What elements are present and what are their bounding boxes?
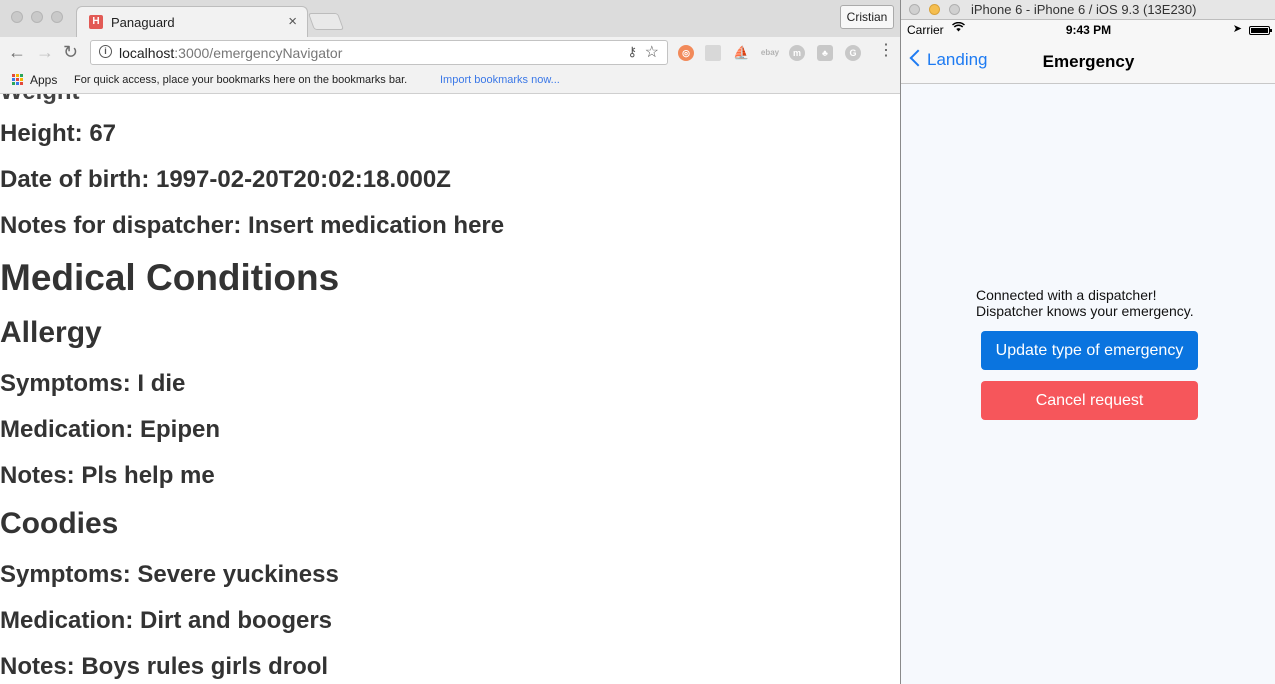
extension-leaf-icon[interactable]: ♣ (817, 45, 833, 61)
condition-symptoms: Symptoms: I die (0, 370, 186, 397)
extension-boat-icon[interactable]: ⛵ (733, 45, 749, 61)
condition-medication: Medication: Dirt and boogers (0, 607, 333, 634)
update-emergency-type-button[interactable]: Update type of emergency (981, 331, 1198, 370)
ios-simulator-window: iPhone 6 - iPhone 6 / iOS 9.3 (13E230) C… (900, 0, 1275, 684)
ios-navigation-bar: Landing Emergency (901, 40, 1275, 84)
cancel-request-button[interactable]: Cancel request (981, 381, 1198, 420)
back-arrow-icon[interactable]: ← (8, 42, 26, 62)
extension-lifebuoy-icon[interactable]: ◎ (678, 45, 694, 61)
screen-title: Emergency (1042, 52, 1135, 71)
profile-button[interactable]: Cristian (840, 5, 894, 29)
panaguard-favicon-icon: H (89, 15, 103, 29)
location-arrow-icon: ➤ (1232, 23, 1242, 35)
browser-tab[interactable]: H Panaguard × (76, 6, 308, 38)
address-bar[interactable]: i localhost:3000/emergencyNavigator ⚷ ☆ (90, 40, 668, 65)
browser-toolbar: ← → ↻ i localhost:3000/emergencyNavigato… (0, 37, 900, 69)
clipped-field-text: Weight (0, 94, 80, 106)
minimize-window-button[interactable] (31, 11, 43, 23)
condition-notes: Notes: Pls help me (0, 462, 215, 489)
chrome-menu-icon[interactable]: ⋮ (878, 41, 894, 61)
status-time: 9:43 PM (1065, 23, 1112, 37)
extension-g-icon[interactable]: G (845, 45, 861, 61)
page-content: Weight Height: 67 Date of birth: 1997-02… (0, 94, 900, 684)
url-host: localhost (119, 45, 175, 61)
browser-window: H Panaguard × Cristian ← → ↻ i localhost… (0, 0, 900, 684)
condition-name: Allergy (0, 316, 102, 349)
condition-medication: Medication: Epipen (0, 416, 221, 443)
bookmark-star-icon[interactable]: ☆ (645, 42, 659, 62)
tab-strip: H Panaguard × Cristian (0, 0, 900, 38)
dispatcher-status-message: Connected with a dispatcher! Dispatcher … (976, 287, 1194, 319)
new-tab-button[interactable] (307, 13, 345, 30)
simulator-title-bar: iPhone 6 - iPhone 6 / iOS 9.3 (13E230) (901, 0, 1275, 20)
height-field: Height: 67 (0, 120, 117, 147)
extension-grid-icon[interactable] (705, 45, 721, 61)
condition-notes: Notes: Boys rules girls drool (0, 653, 329, 680)
bookmarks-bar: Apps For quick access, place your bookma… (0, 69, 900, 94)
info-icon[interactable]: i (99, 45, 112, 58)
apps-link[interactable]: Apps (30, 73, 57, 87)
tab-title: Panaguard (111, 15, 175, 30)
import-bookmarks-link[interactable]: Import bookmarks now... (440, 74, 560, 86)
dispatcher-notes-field: Notes for dispatcher: Insert medication … (0, 212, 505, 239)
battery-icon (1249, 26, 1272, 35)
dob-field: Date of birth: 1997-02-20T20:02:18.000Z (0, 166, 451, 193)
condition-symptoms: Symptoms: Severe yuckiness (0, 561, 339, 588)
apps-grid-icon[interactable] (12, 74, 24, 86)
medical-conditions-heading: Medical Conditions (0, 257, 340, 298)
sim-minimize-button[interactable] (929, 4, 940, 15)
close-window-button[interactable] (11, 11, 23, 23)
condition-name: Coodies (0, 507, 119, 540)
url-path: :3000/emergencyNavigator (174, 45, 343, 61)
ios-status-bar: Carrier 9:43 PM ➤ (901, 20, 1275, 40)
status-line-knows: Dispatcher knows your emergency. (976, 303, 1194, 319)
bookmarks-hint: For quick access, place your bookmarks h… (74, 74, 408, 86)
status-line-connected: Connected with a dispatcher! (976, 287, 1157, 303)
reload-icon[interactable]: ↻ (63, 42, 78, 62)
sim-close-button[interactable] (909, 4, 920, 15)
key-icon[interactable]: ⚷ (627, 44, 637, 60)
tab-close-icon[interactable]: × (288, 13, 297, 30)
extension-ebay-icon[interactable]: ebay (760, 45, 780, 61)
extension-m-icon[interactable]: m (789, 45, 805, 61)
forward-arrow-icon[interactable]: → (36, 42, 54, 62)
zoom-window-button[interactable] (51, 11, 63, 23)
sim-zoom-button[interactable] (949, 4, 960, 15)
url-text: localhost:3000/emergencyNavigator (119, 45, 342, 61)
simulator-title: iPhone 6 - iPhone 6 / iOS 9.3 (13E230) (971, 2, 1197, 17)
